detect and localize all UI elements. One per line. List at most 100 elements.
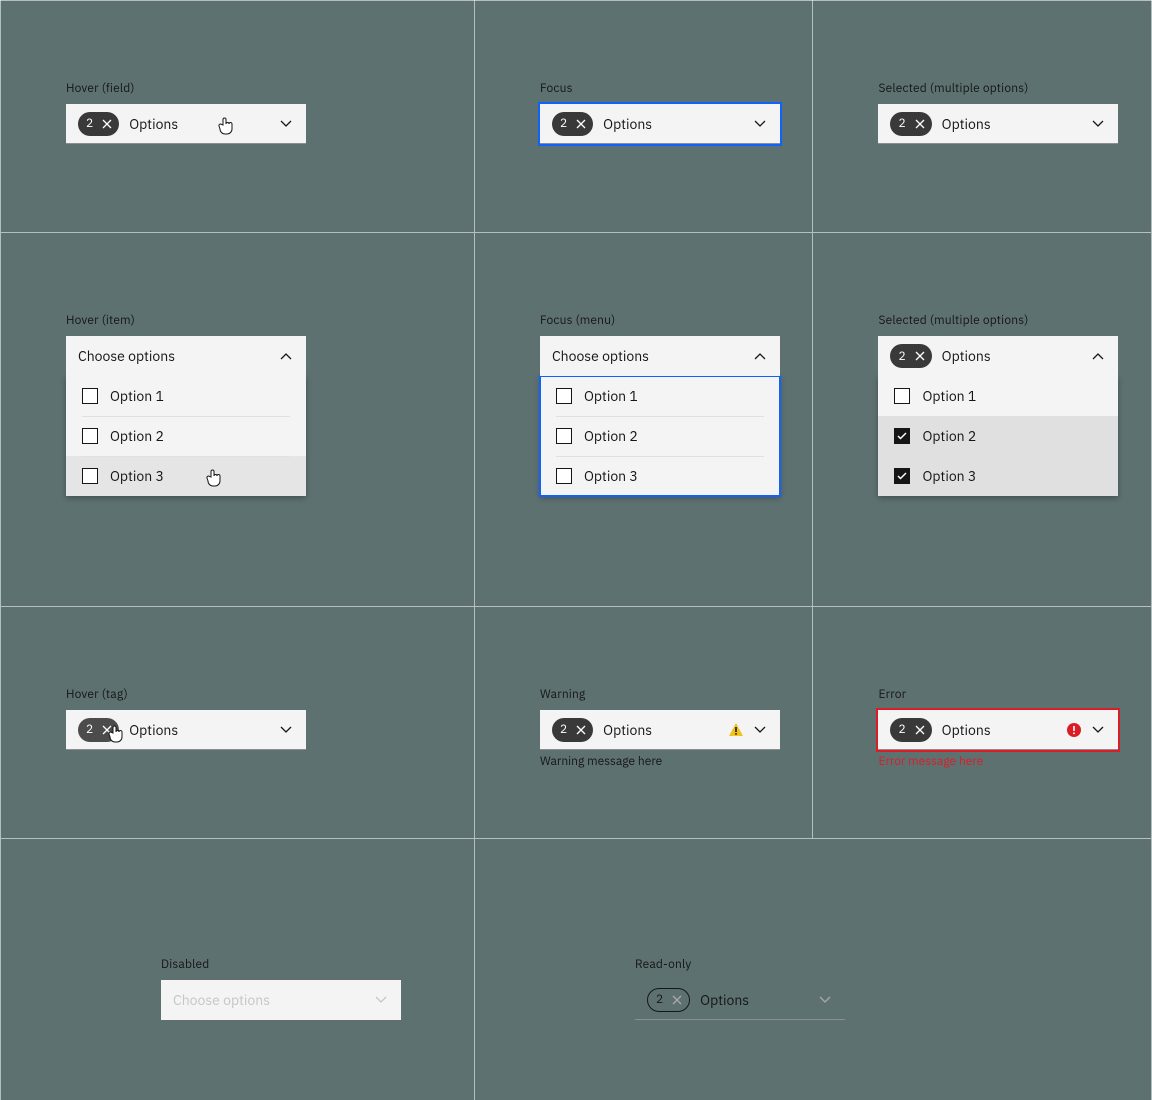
error-message: Error message here	[878, 754, 1151, 769]
multiselect-focus[interactable]: 2 Options	[540, 104, 780, 144]
menu-list[interactable]: Option 1 Option 2 Option 3	[66, 376, 306, 496]
menu-item-label: Option 2	[584, 427, 638, 445]
chevron-down-icon	[752, 722, 768, 738]
selection-tag[interactable]: 2	[890, 344, 931, 368]
chevron-up-icon	[1090, 348, 1106, 364]
clear-icon[interactable]	[99, 116, 115, 132]
placeholder-text: Choose options	[552, 347, 744, 365]
chevron-up-icon	[752, 348, 768, 364]
menu-item-label: Option 1	[110, 387, 164, 405]
clear-icon[interactable]	[99, 722, 115, 738]
state-label: Warning	[540, 687, 813, 702]
value-text: Options	[942, 347, 1083, 365]
multiselect-open-hover[interactable]: Choose options	[66, 336, 306, 376]
checkbox-icon[interactable]	[556, 428, 572, 444]
chevron-up-icon	[278, 348, 294, 364]
placeholder-text: Choose options	[173, 991, 365, 1009]
chevron-down-icon	[278, 116, 294, 132]
error-icon	[1066, 722, 1082, 738]
tag-count: 2	[560, 722, 567, 737]
checkbox-icon[interactable]	[82, 388, 98, 404]
multiselect-disabled: Choose options	[161, 980, 401, 1020]
tag-count: 2	[86, 116, 93, 131]
checkbox-checked-icon[interactable]	[894, 468, 910, 484]
menu-item-label: Option 1	[584, 387, 638, 405]
multiselect-hover-field[interactable]: 2 Options	[66, 104, 306, 144]
state-label: Focus (menu)	[540, 313, 813, 328]
menu-item[interactable]: Option 3	[540, 456, 780, 496]
state-label: Selected (multiple options)	[878, 313, 1151, 328]
value-text: Options	[603, 721, 728, 739]
menu-item-label: Option 3	[584, 467, 638, 485]
chevron-down-icon	[278, 722, 294, 738]
tag-count: 2	[898, 722, 905, 737]
checkbox-icon[interactable]	[556, 388, 572, 404]
value-text: Options	[129, 721, 270, 739]
multiselect-error[interactable]: 2 Options	[878, 710, 1118, 750]
tag-count: 2	[656, 992, 663, 1007]
value-text: Options	[129, 115, 270, 133]
clear-icon[interactable]	[912, 348, 928, 364]
multiselect-hover-tag[interactable]: 2 Options	[66, 710, 306, 750]
multiselect-open-selected[interactable]: 2 Options	[878, 336, 1118, 376]
selection-tag[interactable]: 2	[78, 112, 119, 136]
state-label: Read-only	[635, 957, 1151, 972]
value-text: Options	[942, 115, 1083, 133]
chevron-down-icon	[1090, 722, 1106, 738]
menu-item[interactable]: Option 2	[66, 416, 306, 456]
selection-tag[interactable]: 2	[890, 718, 931, 742]
state-label: Hover (field)	[66, 81, 474, 96]
menu-item-label: Option 1	[922, 387, 976, 405]
menu-item[interactable]: Option 2	[540, 416, 780, 456]
tag-count: 2	[86, 722, 93, 737]
pointer-cursor-icon	[206, 468, 222, 484]
warning-message: Warning message here	[540, 754, 813, 769]
checkbox-icon[interactable]	[82, 468, 98, 484]
checkbox-icon[interactable]	[82, 428, 98, 444]
menu-list[interactable]: Option 1 Option 2 Option 3	[878, 376, 1118, 496]
checkbox-icon[interactable]	[556, 468, 572, 484]
clear-icon[interactable]	[912, 722, 928, 738]
clear-icon	[669, 992, 685, 1008]
checkbox-icon[interactable]	[894, 388, 910, 404]
multiselect-warning[interactable]: 2 Options	[540, 710, 780, 750]
menu-item[interactable]: Option 3	[66, 456, 306, 496]
menu-item-label: Option 2	[922, 427, 976, 445]
tag-count: 2	[898, 349, 905, 364]
clear-icon[interactable]	[912, 116, 928, 132]
value-text: Options	[700, 991, 809, 1009]
state-label: Hover (tag)	[66, 687, 474, 702]
warning-icon	[728, 722, 744, 738]
menu-item[interactable]: Option 1	[540, 376, 780, 416]
selection-tag[interactable]: 2	[552, 112, 593, 136]
menu-list[interactable]: Option 1 Option 2 Option 3	[540, 376, 780, 496]
selection-tag[interactable]: 2	[890, 112, 931, 136]
value-text: Options	[942, 721, 1067, 739]
menu-item-label: Option 3	[922, 467, 976, 485]
checkbox-checked-icon[interactable]	[894, 428, 910, 444]
menu-item[interactable]: Option 2	[878, 416, 1118, 456]
state-label: Selected (multiple options)	[878, 81, 1151, 96]
state-label: Error	[878, 687, 1151, 702]
chevron-down-icon	[752, 116, 768, 132]
selection-tag[interactable]: 2	[78, 718, 119, 742]
menu-item[interactable]: Option 1	[66, 376, 306, 416]
placeholder-text: Choose options	[78, 347, 270, 365]
chevron-down-icon	[373, 992, 389, 1008]
multiselect-selected[interactable]: 2 Options	[878, 104, 1118, 144]
multiselect-readonly: 2 Options	[635, 980, 845, 1020]
state-label: Disabled	[161, 957, 474, 972]
menu-item-label: Option 2	[110, 427, 164, 445]
menu-item[interactable]: Option 1	[878, 376, 1118, 416]
tag-count: 2	[898, 116, 905, 131]
multiselect-open-focus[interactable]: Choose options	[540, 336, 780, 376]
state-label: Hover (item)	[66, 313, 474, 328]
chevron-down-icon	[1090, 116, 1106, 132]
clear-icon[interactable]	[573, 722, 589, 738]
state-label: Focus	[540, 81, 813, 96]
clear-icon[interactable]	[573, 116, 589, 132]
tag-count: 2	[560, 116, 567, 131]
menu-item[interactable]: Option 3	[878, 456, 1118, 496]
chevron-down-icon	[817, 992, 833, 1008]
selection-tag[interactable]: 2	[552, 718, 593, 742]
